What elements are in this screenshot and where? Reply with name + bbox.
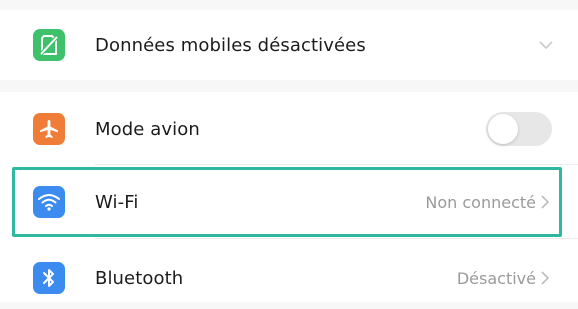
mobile-data-section: Données mobiles désactivées — [0, 10, 578, 80]
airplane-mode-toggle[interactable] — [486, 112, 552, 146]
divider — [95, 238, 578, 239]
divider — [95, 164, 578, 165]
chevron-right-icon — [541, 271, 550, 285]
airplane-icon — [33, 113, 65, 145]
chevron-right-icon — [541, 195, 550, 209]
chevron-down-icon[interactable] — [538, 39, 554, 51]
bluetooth-status: Désactivé — [456, 268, 536, 288]
wifi-row[interactable]: Wi-Fi Non connecté — [0, 171, 578, 233]
bluetooth-icon — [33, 262, 65, 294]
sim-card-icon — [33, 29, 65, 61]
airplane-mode-row[interactable]: Mode avion — [0, 98, 578, 160]
wifi-label: Wi-Fi — [95, 191, 139, 213]
wifi-icon — [33, 186, 65, 218]
mobile-data-row[interactable]: Données mobiles désactivées — [0, 14, 578, 76]
connectivity-section: Mode avion Wi-Fi Non connecté Bluetooth … — [0, 92, 578, 302]
mobile-data-label: Données mobiles désactivées — [95, 34, 366, 56]
toggle-knob — [488, 114, 518, 144]
wifi-status: Non connecté — [425, 192, 536, 212]
airplane-mode-label: Mode avion — [95, 118, 200, 140]
bluetooth-row[interactable]: Bluetooth Désactivé — [0, 247, 578, 309]
bluetooth-label: Bluetooth — [95, 267, 184, 289]
